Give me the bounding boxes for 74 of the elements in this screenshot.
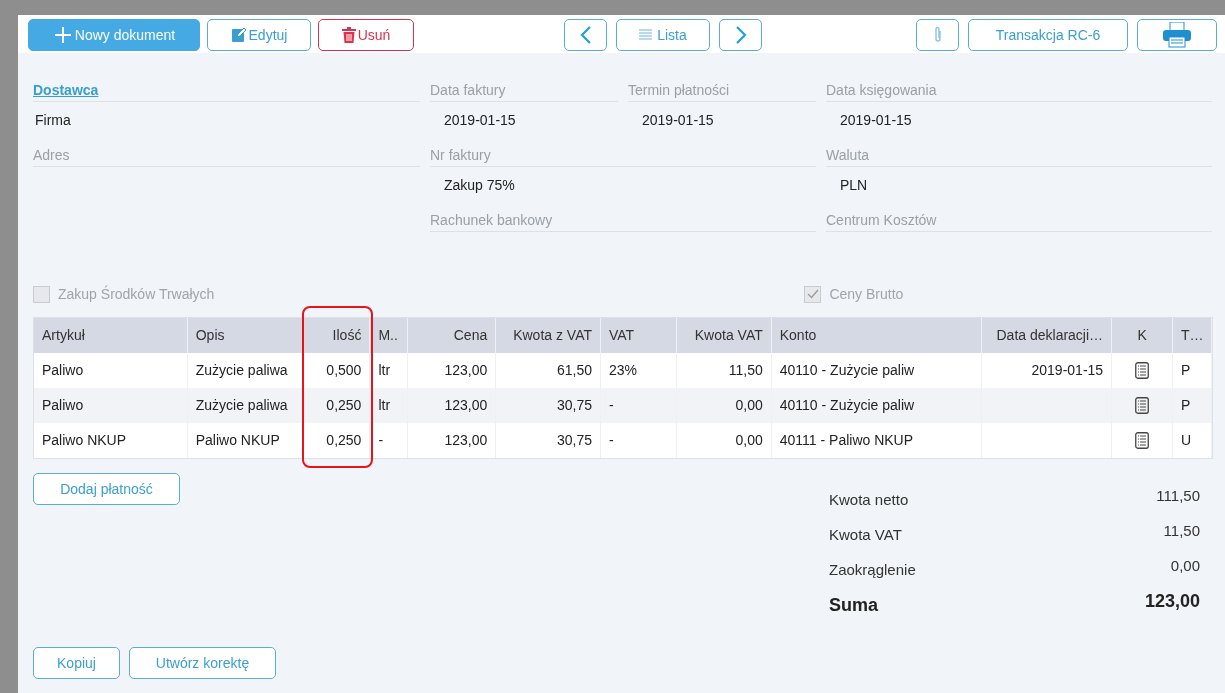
bank-account-label: Rachunek bankowy bbox=[430, 211, 816, 232]
table-cell-text: - bbox=[609, 431, 614, 450]
document-icon[interactable] bbox=[1135, 432, 1150, 449]
checkbox-label: Ceny Brutto bbox=[829, 284, 904, 304]
invoice-date-value: 2019-01-15 bbox=[443, 111, 517, 130]
previous-button[interactable] bbox=[564, 19, 607, 51]
document-icon[interactable] bbox=[1135, 397, 1150, 414]
total-label: Kwota VAT bbox=[829, 525, 902, 546]
table-cell-text: Zużycie paliwa bbox=[195, 396, 288, 415]
total-label: Zaokrąglenie bbox=[829, 560, 916, 581]
table-cell-text: Zużycie paliwa bbox=[195, 361, 288, 380]
total-value: 11,50 bbox=[1163, 521, 1200, 542]
table-cell-text: 40110 - Zużycie paliw bbox=[779, 396, 915, 415]
table-cell-text: 30,75 bbox=[557, 396, 593, 415]
table-cell-text: ltr bbox=[378, 396, 391, 415]
checkbox-label: Zakup Środków Trwałych bbox=[58, 284, 215, 304]
total-value: 123,00 bbox=[1144, 590, 1200, 613]
chevron-left-icon bbox=[579, 25, 592, 45]
table-cell-text: 40111 - Paliwo NKUP bbox=[779, 431, 914, 450]
table-cell-text: ltr bbox=[378, 361, 391, 380]
total-value: 0,00 bbox=[1170, 556, 1200, 577]
table-cell-text: 0,00 bbox=[735, 396, 763, 415]
invoice-date-label: Data faktury bbox=[430, 81, 618, 102]
currency-value: PLN bbox=[839, 176, 869, 195]
attachment-button[interactable] bbox=[916, 19, 959, 51]
invoice-number-label: Nr faktury bbox=[430, 146, 816, 167]
due-date-value: 2019-01-15 bbox=[641, 111, 715, 130]
table-cell-text: P bbox=[1181, 361, 1191, 380]
pencil-icon bbox=[230, 27, 247, 43]
chevron-right-icon bbox=[734, 25, 747, 45]
table-cell-text: 0,00 bbox=[735, 431, 763, 450]
posting-date-value: 2019-01-15 bbox=[839, 111, 913, 130]
table-cell-text: U bbox=[1181, 431, 1192, 450]
table-cell-text: - bbox=[378, 431, 384, 450]
table-cell-text: 123,00 bbox=[444, 431, 488, 450]
table-cell-text: 23% bbox=[609, 361, 638, 380]
checkbox[interactable] bbox=[804, 285, 822, 303]
cost-center-label: Centrum Kosztów bbox=[826, 211, 1212, 232]
due-date-label: Termin płatności bbox=[628, 81, 816, 102]
next-button[interactable] bbox=[719, 19, 762, 51]
total-label: Suma bbox=[829, 594, 879, 617]
table-cell-text: 30,75 bbox=[557, 431, 593, 450]
delete-button[interactable]: Usuń bbox=[318, 19, 414, 51]
table-cell-text: 0,500 bbox=[326, 361, 362, 380]
pdf-print-button[interactable] bbox=[1137, 19, 1217, 51]
plus-icon bbox=[52, 25, 73, 45]
invoice-number-value: Zakup 75% bbox=[443, 176, 516, 195]
table-cell-text: 2019-01-15 bbox=[1031, 361, 1104, 380]
table-cell-text: 123,00 bbox=[444, 396, 488, 415]
table-cell-text: 0,250 bbox=[326, 431, 362, 450]
table-cell-text: Paliwo bbox=[42, 396, 84, 415]
table-cell-text: Paliwo NKUP bbox=[195, 431, 280, 450]
currency-label: Waluta bbox=[826, 146, 1212, 167]
table-cell-text: 11,50 bbox=[728, 361, 763, 380]
table-cell-text: - bbox=[609, 396, 614, 415]
table-cell-text: 123,00 bbox=[444, 361, 488, 380]
paperclip-icon bbox=[932, 26, 943, 44]
printer-icon bbox=[1162, 22, 1192, 48]
check-icon bbox=[806, 289, 819, 299]
table-cell-text: 61,50 bbox=[557, 361, 593, 380]
list-icon bbox=[639, 29, 653, 41]
address-label: Adres bbox=[33, 146, 420, 167]
trash-icon bbox=[341, 27, 356, 43]
table-cell-text: Paliwo bbox=[42, 361, 84, 380]
supplier-value: Firma bbox=[34, 111, 72, 130]
table-cell-text: P bbox=[1181, 396, 1191, 415]
total-value: 111,50 bbox=[1156, 486, 1200, 507]
table-cell-text: 0,250 bbox=[326, 396, 362, 415]
posting-date-label: Data księgowania bbox=[826, 81, 1212, 102]
total-label: Kwota netto bbox=[829, 490, 909, 511]
table-cell-text: 40110 - Zużycie paliw bbox=[779, 361, 915, 380]
document-icon[interactable] bbox=[1135, 362, 1150, 379]
table-cell-text: Paliwo NKUP bbox=[42, 431, 127, 450]
checkbox[interactable] bbox=[33, 285, 50, 303]
